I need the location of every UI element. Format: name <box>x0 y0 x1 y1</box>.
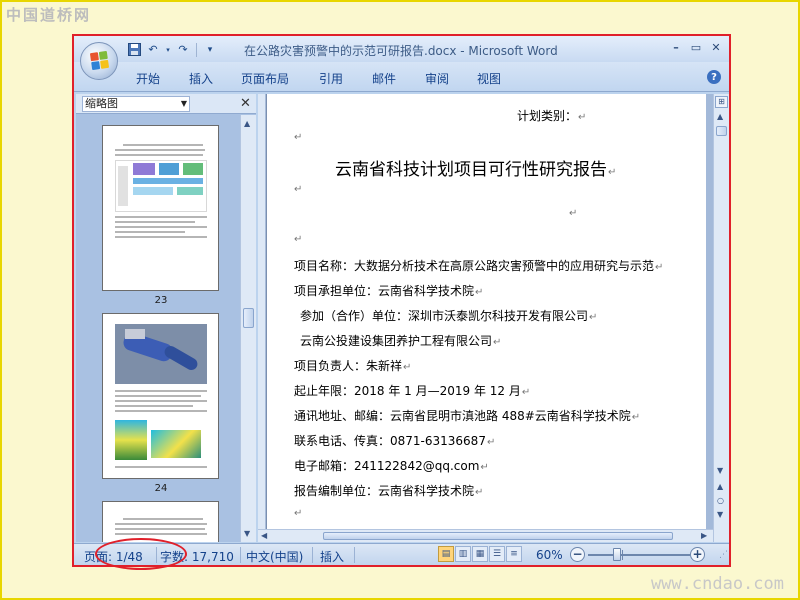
watermark-top: 中国道桥网 <box>6 6 92 24</box>
vertical-scroll-thumb[interactable] <box>716 126 727 136</box>
partner-unit-line: 参加（合作）单位：深圳市沃泰凯尔科技开发有限公司↵ <box>300 309 598 323</box>
partner-unit-line-2: 云南公投建设集团养护工程有限公司↵ <box>300 334 502 348</box>
tab-references[interactable]: 引用 <box>319 70 343 87</box>
tab-mailings[interactable]: 邮件 <box>372 70 396 87</box>
print-layout-view-icon[interactable]: ▤ <box>438 546 454 562</box>
save-icon[interactable] <box>126 42 142 58</box>
status-separator <box>354 547 355 563</box>
page-number: 23 <box>154 295 168 306</box>
thumbnail-scrollbar[interactable]: ▲ ▼ <box>240 115 256 542</box>
paragraph-mark: ↵ <box>294 132 303 143</box>
pane-view-dropdown[interactable]: 缩略图 ▼ <box>82 96 190 112</box>
email-line: 电子邮箱：241122842@qq.com↵ <box>294 459 489 473</box>
resize-grip-icon[interactable]: ⋰ <box>719 550 728 560</box>
watermark-bottom: www.cndao.com <box>650 574 784 594</box>
zoom-slider-handle[interactable] <box>612 548 621 561</box>
web-layout-view-icon[interactable]: ▦ <box>472 546 488 562</box>
horizontal-scroll-thumb[interactable] <box>323 532 673 540</box>
select-browse-object-icon[interactable]: ○ <box>717 496 724 505</box>
scroll-down-icon[interactable]: ▼ <box>244 529 250 538</box>
address-line: 通讯地址、邮编：云南省昆明市滇池路 488#云南省科学技术院↵ <box>294 409 641 423</box>
zoom-in-button[interactable]: + <box>690 547 705 562</box>
tab-review[interactable]: 审阅 <box>425 70 449 87</box>
office-button[interactable] <box>80 42 118 80</box>
document-title: 云南省科技计划项目可行性研究报告↵ <box>335 160 617 180</box>
scroll-up-icon[interactable]: ▲ <box>717 112 723 121</box>
undo-icon[interactable]: ↶ <box>145 42 161 58</box>
page-thumbnail-current[interactable] <box>102 313 219 479</box>
draft-view-icon[interactable]: ≡ <box>506 546 522 562</box>
project-undertaker-line: 项目承担单位：云南省科学技术院↵ <box>294 284 484 298</box>
zoom-100-marker <box>622 550 623 560</box>
window-controls: – ▭ ✕ <box>669 40 723 54</box>
zoom-slider-track[interactable] <box>588 554 690 556</box>
insert-mode[interactable]: 插入 <box>320 548 344 565</box>
title-bar: ↶ ▾ ↷ ▾ 在公路灾害预警中的示范可研报告.docx - Microsoft… <box>74 36 729 62</box>
tab-insert[interactable]: 插入 <box>189 70 213 87</box>
paragraph-mark: ↵ <box>569 208 578 219</box>
paragraph-mark: ↵ <box>294 184 303 195</box>
scroll-up-icon[interactable]: ▲ <box>244 119 250 128</box>
window-title: 在公路灾害预警中的示范可研报告.docx - Microsoft Word <box>244 44 558 58</box>
project-name-line: 项目名称：大数据分析技术在高原公路灾害预警中的应用研究与示范↵ <box>294 259 664 273</box>
view-buttons: ▤ ▥ ▦ ☰ ≡ <box>438 546 522 562</box>
document-area: 计划类别：↵ ↵ 云南省科技计划项目可行性研究报告↵ ↵ ↵ ↵ 项目名称：大数… <box>258 94 713 542</box>
thumbnail-pane: 缩略图 ▼ ✕ 23 24 ▲ ▼ <box>76 94 256 542</box>
status-separator <box>312 547 313 563</box>
vertical-ruler <box>258 94 266 542</box>
paragraph-mark: ↵ <box>294 508 303 519</box>
ribbon-tabs: 开始 插入 页面布局 引用 邮件 审阅 视图 ? <box>74 62 729 92</box>
page-thumbnail[interactable] <box>102 125 219 291</box>
undo-dropdown-icon[interactable]: ▾ <box>164 42 172 58</box>
scroll-down-icon[interactable]: ▼ <box>717 466 723 475</box>
scroll-left-icon[interactable]: ◀ <box>261 531 267 540</box>
phone-line: 联系电话、传真：0871-63136687↵ <box>294 434 496 448</box>
next-page-icon[interactable]: ▼ <box>717 510 723 519</box>
plan-category: 计划类别：↵ <box>517 109 587 123</box>
help-icon[interactable]: ? <box>707 70 721 84</box>
office-logo-icon <box>89 50 110 71</box>
report-author-line: 报告编制单位：云南省科学技术院↵ <box>294 484 484 498</box>
status-separator <box>240 547 241 563</box>
ruler-toggle-icon[interactable]: ⊞ <box>715 96 728 108</box>
horizontal-scrollbar[interactable]: ◀ ▶ <box>258 529 713 542</box>
pane-close-button[interactable]: ✕ <box>240 96 251 111</box>
language-indicator[interactable]: 中文(中国) <box>246 548 303 565</box>
close-button[interactable]: ✕ <box>709 40 723 54</box>
zoom-out-button[interactable]: − <box>570 547 585 562</box>
full-screen-reading-view-icon[interactable]: ▥ <box>455 546 471 562</box>
word-window: ↶ ▾ ↷ ▾ 在公路灾害预警中的示范可研报告.docx - Microsoft… <box>72 34 731 567</box>
chevron-down-icon: ▼ <box>180 99 187 108</box>
restore-button[interactable]: ▭ <box>689 40 703 54</box>
thumbnail-list: 23 24 <box>76 115 240 542</box>
duration-line: 起止年限：2018 年 1 月—2019 年 12 月↵ <box>294 384 531 398</box>
zoom-level[interactable]: 60% <box>536 548 563 562</box>
tab-home[interactable]: 开始 <box>136 70 160 87</box>
project-leader-line: 项目负责人：朱新祥↵ <box>294 359 412 373</box>
quick-access-toolbar: ↶ ▾ ↷ ▾ <box>126 41 218 58</box>
redo-icon[interactable]: ↷ <box>175 42 191 58</box>
toolbar-separator <box>196 42 197 57</box>
tab-view[interactable]: 视图 <box>477 70 501 87</box>
minimize-button[interactable]: – <box>669 40 683 54</box>
annotation-circle <box>95 538 187 570</box>
tab-page-layout[interactable]: 页面布局 <box>241 70 289 87</box>
scroll-thumb[interactable] <box>243 308 254 328</box>
outline-view-icon[interactable]: ☰ <box>489 546 505 562</box>
document-page[interactable]: 计划类别：↵ ↵ 云南省科技计划项目可行性研究报告↵ ↵ ↵ ↵ 项目名称：大数… <box>266 94 706 529</box>
thumbnail-pane-header: 缩略图 ▼ ✕ <box>76 94 256 114</box>
customize-qat-icon[interactable]: ▾ <box>202 42 218 58</box>
page-thumbnail[interactable] <box>102 501 219 542</box>
paragraph-mark: ↵ <box>294 234 303 245</box>
scroll-right-icon[interactable]: ▶ <box>701 531 707 540</box>
page-number: 24 <box>154 483 168 494</box>
pane-view-value: 缩略图 <box>85 97 118 110</box>
vertical-scrollbar[interactable]: ⊞ ▲ ▼ ▲ ○ ▼ <box>713 94 729 542</box>
previous-page-icon[interactable]: ▲ <box>717 482 723 491</box>
